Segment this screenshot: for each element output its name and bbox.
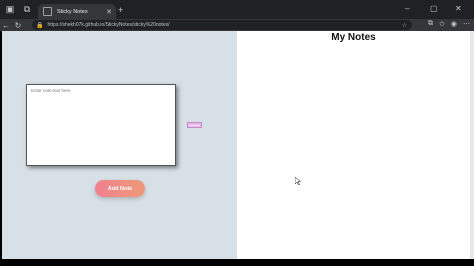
bookmark-star-icon[interactable]: ☆ [402,22,407,29]
mouse-cursor-icon [295,177,301,185]
bottom-edge [0,259,474,266]
new-tab-button[interactable]: + [118,5,123,15]
collections-icon[interactable]: ⧉ [428,20,433,28]
lock-icon[interactable]: 🔒 [36,22,43,29]
scrollbar-track[interactable] [470,31,474,259]
toolbar-icons: ⧉ ✩ ◉ ⋯ [428,20,470,28]
close-window-button[interactable]: ✕ [455,4,462,13]
tab-close-icon[interactable]: ✕ [106,8,112,16]
page-favicon-icon [43,7,52,16]
browser-tab[interactable]: Sticky Notes ✕ [38,4,116,19]
notes-title: My Notes [331,32,376,43]
address-bar[interactable]: 🔒 https://shekh07k.github.io/StickyNotes… [32,20,412,30]
browser-menu-icon[interactable]: ▣ [3,3,17,17]
profile-icon[interactable]: ◉ [451,20,457,28]
notes-list-pane: My Notes [237,31,470,259]
maximize-button[interactable]: ▢ [430,4,438,13]
minimize-button[interactable]: – [405,4,409,13]
favorites-icon[interactable]: ✩ [439,20,445,28]
add-note-button[interactable]: Add Note [95,180,145,197]
tab-title: Sticky Notes [57,8,88,15]
url-text[interactable]: https://shekh07k.github.io/StickyNotes/s… [47,22,169,28]
tab-groups-icon[interactable]: ⧉ [20,3,34,17]
dragged-note[interactable] [187,122,202,128]
note-editor-pane: Add Note [2,31,237,259]
address-bar-row: ← ↻ 🔒 https://shekh07k.github.io/StickyN… [0,19,474,31]
note-text-input[interactable] [26,84,176,166]
reload-icon[interactable]: ↻ [12,21,24,30]
back-icon[interactable]: ← [0,21,12,30]
more-menu-icon[interactable]: ⋯ [463,20,470,28]
